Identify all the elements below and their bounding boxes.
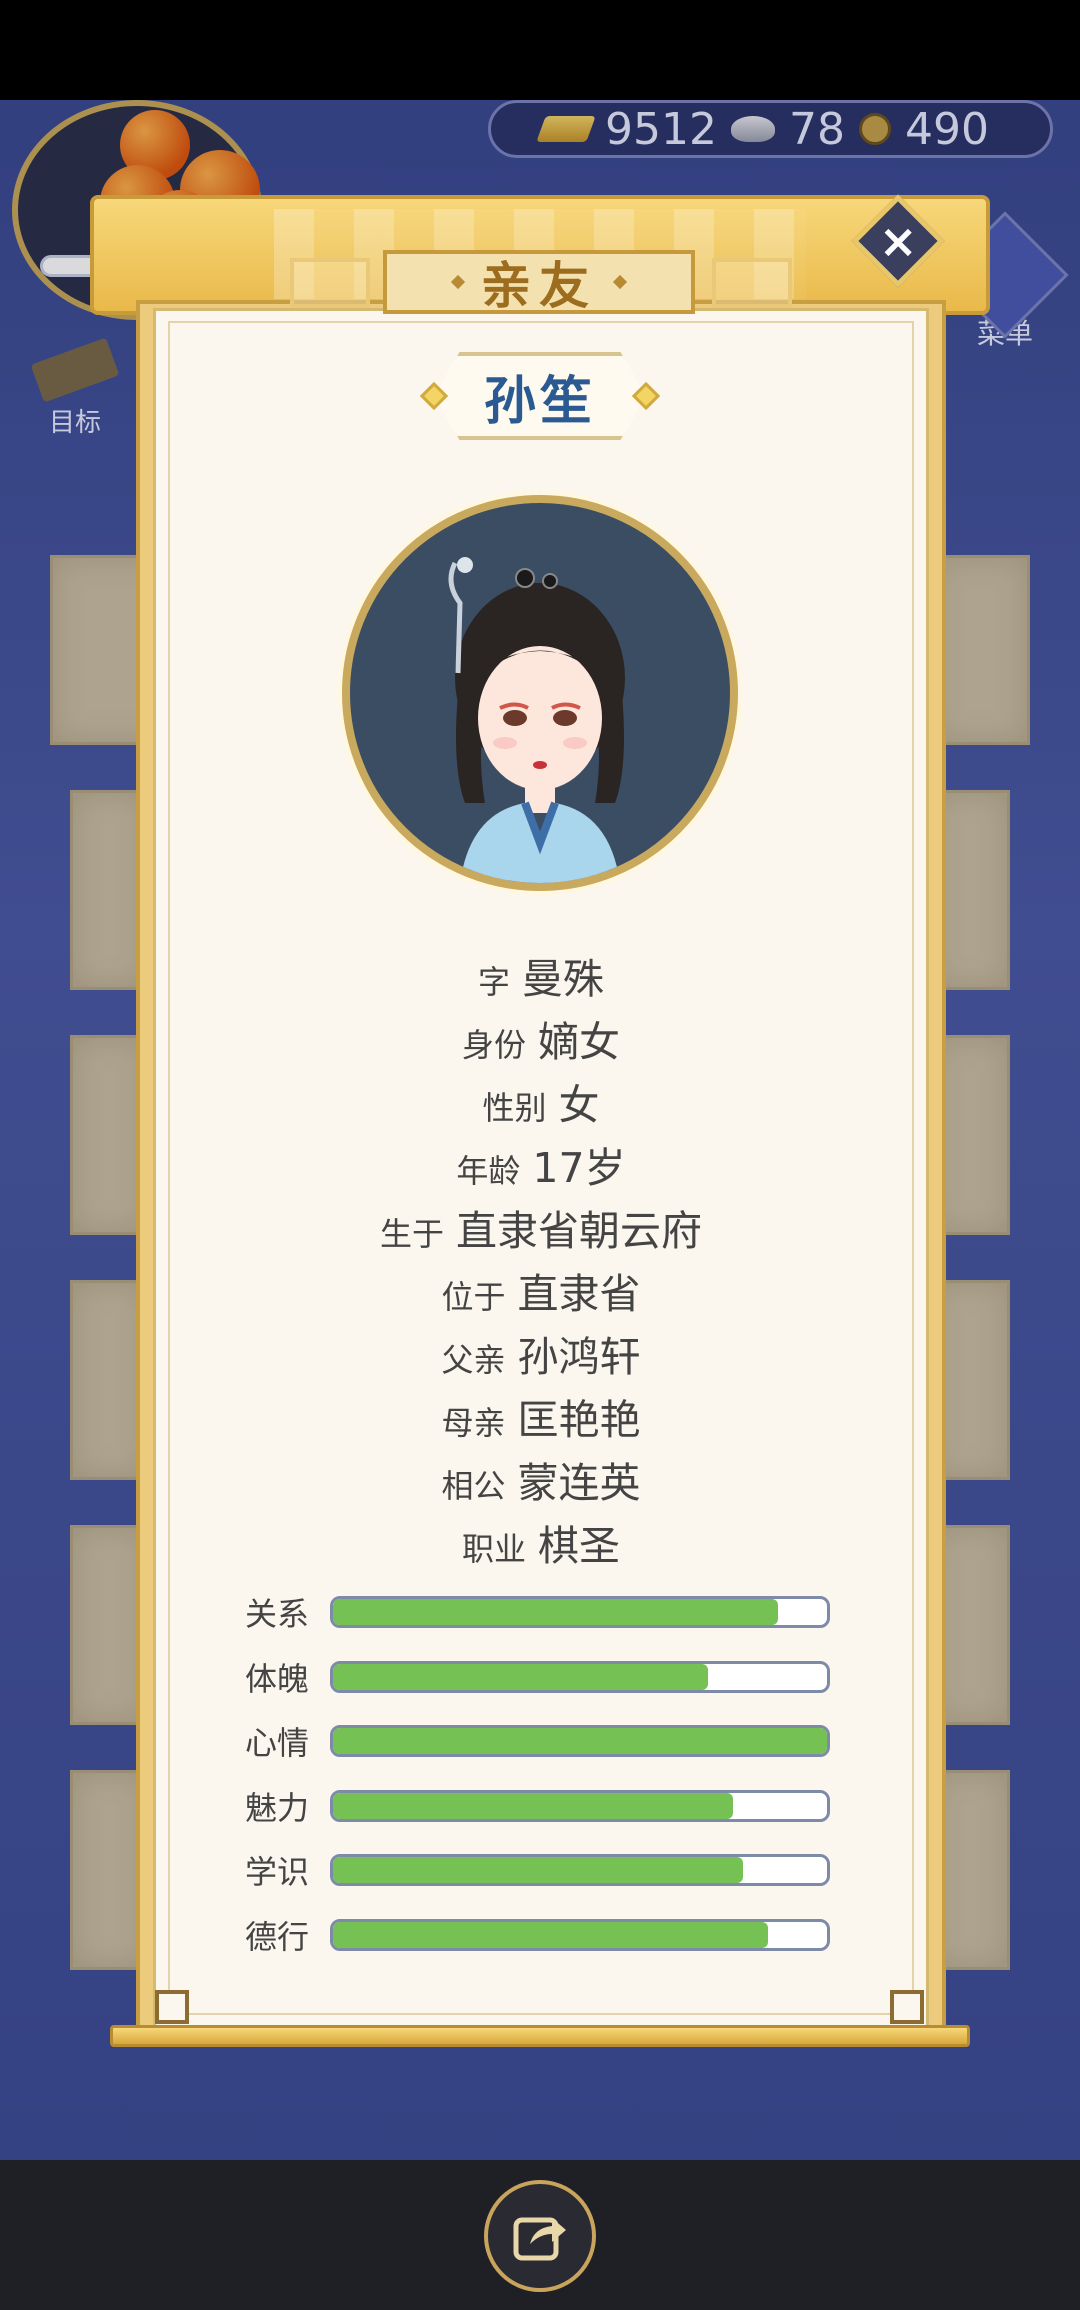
scroll-bottom-rod	[110, 2025, 970, 2047]
dialog-title-box: 亲友	[383, 250, 695, 315]
info-label: 身份	[461, 1026, 526, 1064]
info-row-husband: 相公 蒙连英	[153, 1449, 929, 1512]
info-value: 嫡女	[538, 1018, 620, 1066]
info-label: 父亲	[441, 1341, 506, 1379]
info-value: 直隶省朝云府	[456, 1207, 702, 1255]
info-row-status: 身份 嫡女	[153, 1008, 929, 1071]
stat-bar-fill	[333, 1599, 778, 1626]
stat-label: 魅力	[245, 1788, 310, 1827]
corner-ornament	[890, 1990, 924, 2024]
info-value: 棋圣	[538, 1522, 620, 1570]
character-info-list: 字 曼殊 身份 嫡女 性别 女 年龄 17岁 生于 直隶省朝云府 位于 直隶省 …	[153, 945, 929, 1575]
info-label: 性别	[482, 1089, 547, 1127]
info-value: 匡艳艳	[517, 1396, 641, 1444]
info-row-courtesy-name: 字 曼殊	[153, 945, 929, 1008]
character-portrait	[342, 495, 738, 891]
share-icon	[513, 2217, 566, 2261]
info-row-mother: 母亲 匡艳艳	[153, 1386, 929, 1449]
info-row-occupation: 职业 棋圣	[153, 1512, 929, 1575]
stat-row-virtue: 德行	[245, 1903, 835, 1968]
stat-bar	[330, 1918, 830, 1951]
info-row-gender: 性别 女	[153, 1071, 929, 1134]
name-plate: 孙笙	[419, 352, 661, 440]
stat-bar-fill	[333, 1921, 768, 1948]
stat-bar	[330, 1660, 830, 1693]
info-value: 曼殊	[522, 955, 604, 1003]
title-dot-icon	[612, 274, 628, 290]
info-row-age: 年龄 17岁	[153, 1134, 929, 1197]
info-value: 孙鸿轩	[517, 1333, 641, 1381]
stat-row-physique: 体魄	[245, 1645, 835, 1710]
corner-ornament	[155, 1990, 189, 2024]
info-label: 位于	[441, 1278, 506, 1316]
stat-bar-fill	[333, 1663, 709, 1690]
stat-bar	[330, 1596, 830, 1629]
info-label: 生于	[379, 1215, 444, 1253]
info-value: 17岁	[532, 1144, 626, 1192]
stat-row-knowledge: 学识	[245, 1838, 835, 1903]
stat-label: 德行	[245, 1917, 310, 1956]
stat-bar	[330, 1789, 830, 1822]
stat-row-mood: 心情	[245, 1709, 835, 1774]
info-label: 年龄	[456, 1152, 521, 1190]
info-value: 直隶省	[517, 1270, 641, 1318]
stat-bar-fill	[333, 1857, 744, 1884]
stat-bar	[330, 1854, 830, 1887]
stat-label: 关系	[245, 1595, 310, 1634]
info-value: 蒙连英	[517, 1459, 641, 1507]
stat-label: 学识	[245, 1853, 310, 1892]
close-icon: ×	[878, 213, 918, 268]
info-row-location: 位于 直隶省	[153, 1260, 929, 1323]
info-value: 女	[558, 1081, 600, 1129]
dialog-title: 亲友	[481, 257, 597, 315]
stat-row-relationship: 关系	[245, 1580, 835, 1645]
info-row-birthplace: 生于 直隶省朝云府	[153, 1197, 929, 1260]
info-label: 字	[477, 963, 510, 1001]
stat-bar	[330, 1725, 830, 1758]
character-stats: 关系 体魄 心情 魅力 学识 德行	[245, 1580, 835, 1967]
info-label: 母亲	[441, 1404, 506, 1442]
title-dot-icon	[450, 274, 466, 290]
stat-bar-fill	[333, 1792, 734, 1819]
info-label: 相公	[441, 1467, 506, 1505]
info-label: 职业	[461, 1530, 526, 1568]
status-bar	[0, 0, 1080, 100]
title-ornament-right	[712, 258, 792, 308]
stat-row-charm: 魅力	[245, 1774, 835, 1839]
stat-label: 心情	[245, 1724, 310, 1763]
character-illustration	[448, 557, 625, 883]
share-button[interactable]	[484, 2180, 596, 2292]
title-ornament-left	[290, 258, 370, 308]
stat-label: 体魄	[245, 1659, 310, 1698]
stat-bar-fill	[333, 1728, 827, 1755]
character-name: 孙笙	[483, 371, 596, 432]
info-row-father: 父亲 孙鸿轩	[153, 1323, 929, 1386]
